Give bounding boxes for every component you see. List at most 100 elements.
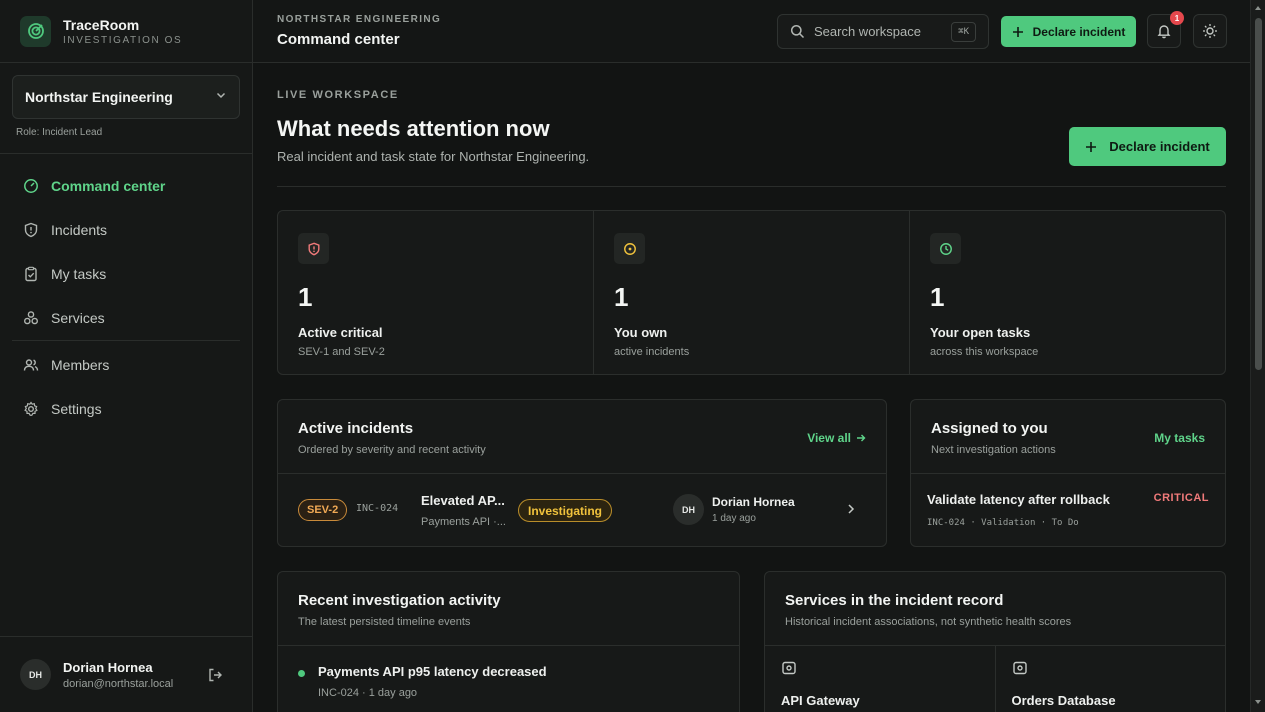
my-tasks-link[interactable]: My tasks [1154, 431, 1205, 445]
sidebar-item-label: Settings [51, 401, 102, 417]
incident-owner: Dorian Hornea [712, 495, 795, 509]
status-badge: Investigating [518, 499, 613, 522]
theme-toggle-button[interactable] [1193, 14, 1227, 48]
declare-incident-button[interactable]: Declare incident [1001, 16, 1136, 47]
card-title: Recent investigation activity [298, 592, 501, 609]
sidebar: TraceRoom INVESTIGATION OS Northstar Eng… [0, 0, 253, 712]
view-all-label: View all [807, 431, 851, 445]
assigned-to-you-card: Assigned to you Next investigation actio… [910, 399, 1226, 547]
stat-value: 1 [930, 282, 945, 312]
page-title: Command center [277, 31, 400, 48]
hero-eyebrow: LIVE WORKSPACE [277, 89, 399, 101]
arrow-right-icon [857, 434, 866, 442]
table-row[interactable]: SEV-2 INC-024 Elevated AP... Payments AP… [278, 474, 886, 546]
bell-icon [1157, 25, 1171, 39]
sidebar-divider [0, 153, 252, 154]
stat-label: Your open tasks [930, 325, 1031, 340]
scroll-down-icon[interactable] [1255, 700, 1261, 704]
stat-value: 1 [614, 282, 629, 312]
breadcrumb-org: NORTHSTAR ENGINEERING [277, 14, 442, 25]
card-title: Active incidents [298, 420, 414, 437]
plus-icon [1012, 26, 1023, 37]
sidebar-item-settings[interactable]: Settings [12, 389, 240, 429]
activity-title: Payments API p95 latency decreased [318, 664, 547, 679]
stat-active-critical[interactable]: 1 Active critical SEV-1 and SEV-2 [278, 211, 594, 374]
sidebar-item-members[interactable]: Members [12, 345, 240, 385]
brand-name: TraceRoom [63, 16, 140, 33]
notifications-button[interactable]: 1 [1147, 11, 1184, 48]
gauge-icon [24, 179, 38, 193]
sidebar-item-command-center[interactable]: Command center [12, 166, 240, 206]
service-name: Orders Database [1011, 693, 1116, 708]
service-item[interactable]: API Gateway [765, 646, 996, 712]
keyboard-shortcut: ⌘K [951, 22, 976, 42]
recent-activity-card: Recent investigation activity The latest… [277, 571, 740, 712]
page-scrollbar[interactable] [1250, 0, 1265, 712]
search-placeholder: Search workspace [814, 24, 921, 39]
org-selector[interactable]: Northstar Engineering [12, 75, 240, 119]
clock-icon [930, 233, 961, 264]
search-input[interactable]: Search workspace ⌘K [777, 14, 989, 49]
stat-open-tasks[interactable]: 1 Your open tasks across this workspace [910, 211, 1225, 374]
card-subtitle: Next investigation actions [931, 444, 1056, 456]
timeline-dot-icon [298, 670, 305, 677]
sidebar-item-label: My tasks [51, 266, 107, 282]
sidebar-item-label: Members [51, 357, 110, 373]
users-icon [23, 359, 39, 371]
chevron-right-icon [846, 502, 856, 520]
user-profile[interactable]: DH Dorian Hornea dorian@northstar.local [0, 636, 252, 712]
incident-service: Payments API ·... [421, 516, 506, 528]
stat-you-own[interactable]: 1 You own active incidents [594, 211, 910, 374]
card-subtitle: Historical incident associations, not sy… [785, 616, 1072, 628]
avatar: DH [673, 494, 704, 525]
declare-incident-label: Declare incident [1109, 139, 1210, 154]
services-card: Services in the incident record Historic… [764, 571, 1226, 712]
server-icon [782, 661, 796, 675]
sidebar-item-incidents[interactable]: Incidents [12, 210, 240, 250]
declare-incident-label: Declare incident [1032, 24, 1126, 39]
stat-label: You own [614, 325, 668, 340]
logout-icon[interactable] [207, 667, 223, 688]
sidebar-item-my-tasks[interactable]: My tasks [12, 254, 240, 294]
stat-label: Active critical [298, 325, 383, 340]
services-icon [24, 311, 39, 325]
service-item[interactable]: Orders Database [996, 646, 1226, 712]
org-name: Northstar Engineering [25, 89, 173, 105]
section-divider [277, 186, 1226, 187]
hero-subtitle: Real incident and task state for Northst… [277, 149, 590, 164]
plus-icon [1086, 141, 1097, 152]
shield-alert-icon [24, 222, 38, 238]
card-subtitle: The latest persisted timeline events [298, 616, 471, 628]
card-subtitle: Ordered by severity and recent activity [298, 444, 486, 456]
scroll-thumb[interactable] [1255, 18, 1262, 370]
shield-alert-icon [298, 233, 329, 264]
user-name: Dorian Hornea [63, 659, 153, 675]
hero-title: What needs attention now [277, 116, 550, 141]
card-title: Services in the incident record [785, 592, 1004, 609]
priority-badge: CRITICAL [1153, 492, 1209, 504]
task-title: Validate latency after rollback [927, 492, 1110, 507]
server-icon [1012, 661, 1027, 675]
brand[interactable]: TraceRoom INVESTIGATION OS [0, 0, 252, 63]
sidebar-nav: Command center Incidents My tasks Servic… [12, 166, 240, 429]
sidebar-item-services[interactable]: Services [12, 298, 240, 338]
user-email: dorian@northstar.local [63, 677, 174, 690]
sidebar-item-label: Command center [51, 178, 166, 194]
active-incidents-card: Active incidents Ordered by severity and… [277, 399, 887, 547]
stat-sub: across this workspace [930, 346, 1039, 358]
sidebar-item-label: Services [51, 310, 105, 326]
stat-sub: SEV-1 and SEV-2 [298, 346, 385, 358]
search-icon [790, 24, 805, 39]
activity-meta: INC-024 · 1 day ago [318, 687, 418, 699]
topbar: NORTHSTAR ENGINEERING Command center Sea… [253, 0, 1250, 63]
view-all-link[interactable]: View all [807, 431, 866, 445]
avatar: DH [20, 659, 51, 690]
gear-icon [24, 401, 38, 416]
scroll-up-icon[interactable] [1255, 6, 1261, 10]
notification-badge: 1 [1170, 11, 1184, 25]
hero-declare-incident-button[interactable]: Declare incident [1069, 127, 1226, 166]
task-meta: INC-024 · Validation · To Do [927, 518, 1079, 528]
stat-value: 1 [298, 282, 313, 312]
stat-sub: active incidents [614, 346, 690, 358]
traceroom-logo-icon [20, 15, 51, 47]
